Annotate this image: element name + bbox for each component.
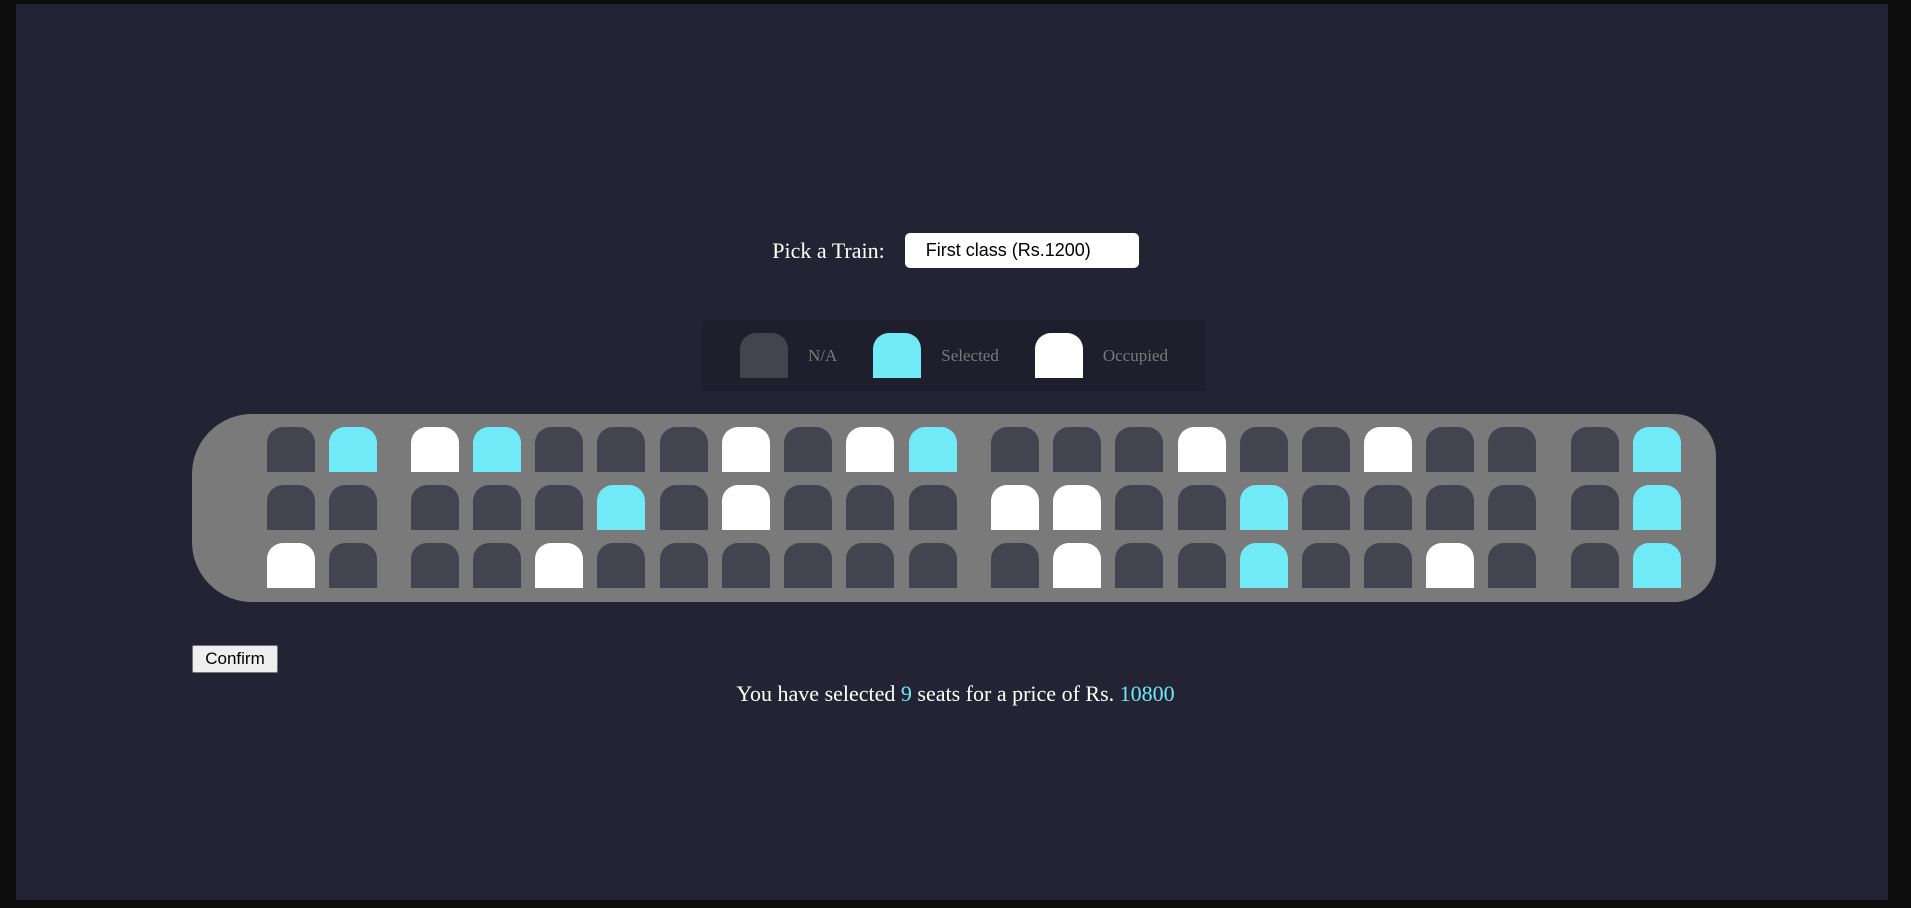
seat-na[interactable] (329, 485, 377, 530)
seat-na[interactable] (1364, 543, 1412, 588)
seat-occupied (535, 543, 583, 588)
seat-na[interactable] (991, 543, 1039, 588)
legend-seat-selected-icon (873, 333, 922, 378)
seat-na[interactable] (660, 485, 708, 530)
legend-label-na: N/A (807, 345, 838, 365)
legend-seat-na-icon (739, 333, 788, 378)
seat-na[interactable] (1115, 543, 1163, 588)
seat-na[interactable] (660, 543, 708, 588)
seat-na[interactable] (1571, 543, 1619, 588)
seat-na[interactable] (1571, 427, 1619, 472)
seat-na[interactable] (1364, 485, 1412, 530)
seat-occupied (267, 543, 315, 588)
seat-na[interactable] (1302, 427, 1350, 472)
seat-selected[interactable] (329, 427, 377, 472)
seat-na[interactable] (1302, 485, 1350, 530)
seat-occupied (1426, 543, 1474, 588)
seat-na[interactable] (267, 427, 315, 472)
train-select-value: First class (Rs.1200) (925, 240, 1091, 260)
seat-na[interactable] (784, 543, 832, 588)
seat-occupied (846, 427, 894, 472)
legend-item-na: N/A (739, 333, 838, 378)
seat-selected[interactable] (1633, 543, 1681, 588)
seat-na[interactable] (722, 543, 770, 588)
seat-na[interactable] (1115, 485, 1163, 530)
legend-item-occupied: Occupied (1034, 333, 1168, 378)
seat-na[interactable] (660, 427, 708, 472)
seat-legend: N/A Selected Occupied (702, 320, 1206, 391)
seat-na[interactable] (1115, 427, 1163, 472)
seat-na[interactable] (1178, 485, 1226, 530)
seat-na[interactable] (1488, 485, 1536, 530)
train-picker: Pick a Train: First class (Rs.1200) (0, 233, 1911, 268)
seat-occupied (991, 485, 1039, 530)
seat-na[interactable] (1178, 543, 1226, 588)
seat-na[interactable] (535, 427, 583, 472)
seat-na[interactable] (411, 485, 459, 530)
seat-selected[interactable] (473, 427, 521, 472)
seat-selected[interactable] (1240, 543, 1288, 588)
legend-label-selected: Selected (941, 345, 999, 365)
confirm-button[interactable]: Confirm (192, 645, 278, 673)
legend-item-selected: Selected (873, 333, 999, 378)
seat-na[interactable] (846, 543, 894, 588)
seat-selected[interactable] (597, 485, 645, 530)
seat-na[interactable] (784, 427, 832, 472)
seat-occupied (1178, 427, 1226, 472)
seat-na[interactable] (909, 485, 957, 530)
seat-na[interactable] (473, 485, 521, 530)
seat-na[interactable] (1302, 543, 1350, 588)
seat-na[interactable] (329, 543, 377, 588)
seat-na[interactable] (1426, 485, 1474, 530)
seat-na[interactable] (909, 543, 957, 588)
seat-occupied (1053, 485, 1101, 530)
selected-count: 9 (900, 681, 912, 706)
seat-na[interactable] (597, 543, 645, 588)
legend-label-occupied: Occupied (1102, 345, 1168, 365)
seat-selected[interactable] (1240, 485, 1288, 530)
summary-prefix: You have selected (736, 681, 896, 706)
selection-summary: You have selected 9 seats for a price of… (0, 681, 1911, 707)
seat-selected[interactable] (1633, 485, 1681, 530)
seat-na[interactable] (1426, 427, 1474, 472)
seat-na[interactable] (473, 543, 521, 588)
seat-selected[interactable] (1633, 427, 1681, 472)
total-price: 10800 (1119, 681, 1175, 706)
legend-seat-occupied-icon (1034, 333, 1083, 378)
picker-label: Pick a Train: (772, 237, 885, 263)
seat-na[interactable] (784, 485, 832, 530)
summary-middle: seats for a price of Rs. (917, 681, 1115, 706)
seat-na[interactable] (411, 543, 459, 588)
train-car (192, 414, 1716, 602)
seat-na[interactable] (597, 427, 645, 472)
seat-occupied (722, 427, 770, 472)
seat-occupied (722, 485, 770, 530)
seat-na[interactable] (1488, 427, 1536, 472)
seat-occupied (411, 427, 459, 472)
seat-na[interactable] (1053, 427, 1101, 472)
seat-na[interactable] (1240, 427, 1288, 472)
seat-na[interactable] (1488, 543, 1536, 588)
train-select[interactable]: First class (Rs.1200) (904, 233, 1139, 268)
seat-na[interactable] (267, 485, 315, 530)
seat-selected[interactable] (909, 427, 957, 472)
seat-na[interactable] (1571, 485, 1619, 530)
seat-na[interactable] (846, 485, 894, 530)
seat-occupied (1053, 543, 1101, 588)
seat-occupied (1364, 427, 1412, 472)
seat-na[interactable] (991, 427, 1039, 472)
seat-na[interactable] (535, 485, 583, 530)
